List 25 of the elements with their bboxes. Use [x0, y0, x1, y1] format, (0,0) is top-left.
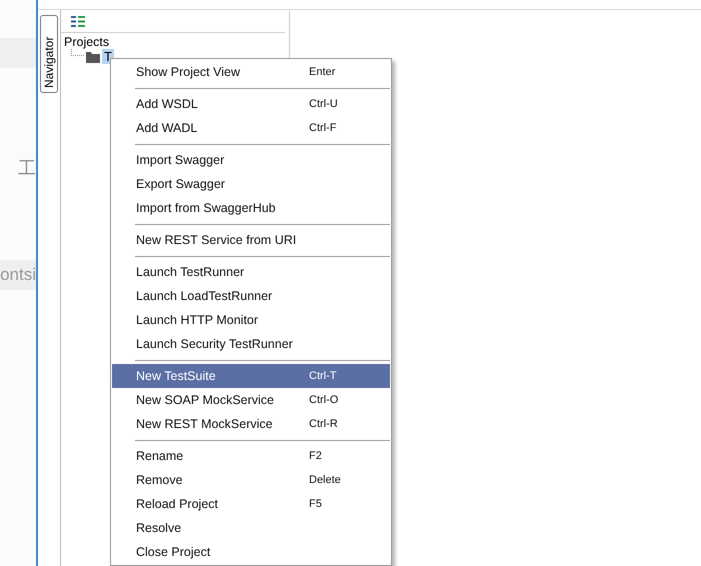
page-text: ontsi: [0, 260, 36, 290]
menu-item[interactable]: Launch LoadTestRunner: [112, 284, 390, 308]
menu-item[interactable]: Add WSDL Ctrl-U: [112, 92, 390, 116]
menu-item[interactable]: New REST Service from URI: [112, 228, 390, 252]
menu-item[interactable]: New SOAP MockService Ctrl-O: [112, 388, 390, 412]
menu-item[interactable]: Add WADL Ctrl-F: [112, 116, 390, 140]
menu-item[interactable]: Import Swagger: [112, 148, 390, 172]
menu-item[interactable]: Rename F2: [112, 444, 390, 468]
menu-item[interactable]: Reload Project F5: [112, 492, 390, 516]
navigator-tab[interactable]: Navigator: [40, 15, 58, 93]
menu-item[interactable]: New REST MockService Ctrl-R: [112, 412, 390, 436]
menu-item[interactable]: Launch Security TestRunner: [112, 332, 390, 356]
menu-item[interactable]: New TestSuite Ctrl-T: [112, 364, 390, 388]
menu-item[interactable]: Launch HTTP Monitor: [112, 308, 390, 332]
menu-item[interactable]: Remove Delete: [112, 468, 390, 492]
menu-item[interactable]: Close Project: [112, 540, 390, 564]
menu-item[interactable]: Show Project View Enter: [112, 60, 390, 84]
tree-root[interactable]: Projects: [64, 35, 289, 49]
tree-view-icon[interactable]: [71, 16, 85, 26]
menu-item[interactable]: Launch TestRunner: [112, 260, 390, 284]
menu-item[interactable]: Resolve: [112, 516, 390, 540]
menu-item[interactable]: Import from SwaggerHub: [112, 196, 390, 220]
page-text: 工: [18, 157, 36, 180]
menu-item[interactable]: Export Swagger: [112, 172, 390, 196]
folder-icon: [86, 50, 100, 62]
